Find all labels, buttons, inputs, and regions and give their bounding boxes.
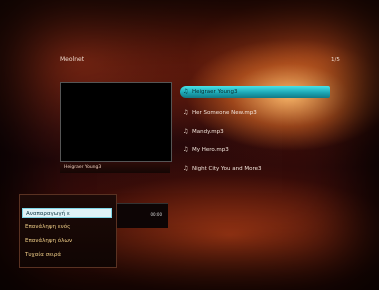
now-playing-label: Heigraer Young3 xyxy=(60,163,170,173)
music-note-icon: ♫ xyxy=(183,146,189,153)
track-counter: 1/5 xyxy=(331,57,340,63)
track-item-4[interactable]: ♫ My Hero.mp3 xyxy=(180,141,330,160)
menu-item-repeat-one[interactable]: Επανάληψη ενός xyxy=(22,222,112,232)
track-label: Her Someone New.mp3 xyxy=(192,110,257,116)
track-list: ♫ Heigraer Young3 ♫ Her Someone New.mp3 … xyxy=(180,86,330,178)
menu-item-repeat-all[interactable]: Επανάληψη όλων xyxy=(22,236,112,246)
album-art-preview xyxy=(60,82,172,162)
menu-item-shuffle[interactable]: Τυχαία σειρά xyxy=(22,250,112,260)
music-note-icon: ♫ xyxy=(183,88,189,95)
folder-title: Meolnet xyxy=(60,56,85,63)
time-display: 00:00 xyxy=(150,212,162,217)
track-label: Night City You and More3 xyxy=(192,165,262,172)
music-note-icon: ♫ xyxy=(183,127,189,135)
music-note-icon: ♫ xyxy=(183,109,189,116)
playback-options-menu: Αναπαραγωγή ε Επανάληψη ενός Επανάληψη ό… xyxy=(19,194,117,268)
track-item-3[interactable]: ♫ Mandy.mp3 xyxy=(180,123,330,142)
menu-item-play[interactable]: Αναπαραγωγή ε xyxy=(22,208,112,218)
track-item-1[interactable]: ♫ Heigraer Young3 xyxy=(180,86,330,98)
track-label: My Hero.mp3 xyxy=(192,147,229,153)
track-label: Mandy.mp3 xyxy=(192,128,224,135)
playback-info-strip: 00:00 xyxy=(116,203,168,228)
track-item-5[interactable]: ♫ Night City You and More3 xyxy=(180,160,330,179)
track-label: Heigraer Young3 xyxy=(192,89,238,95)
music-note-icon: ♫ xyxy=(183,164,189,172)
track-item-2[interactable]: ♫ Her Someone New.mp3 xyxy=(180,104,330,123)
